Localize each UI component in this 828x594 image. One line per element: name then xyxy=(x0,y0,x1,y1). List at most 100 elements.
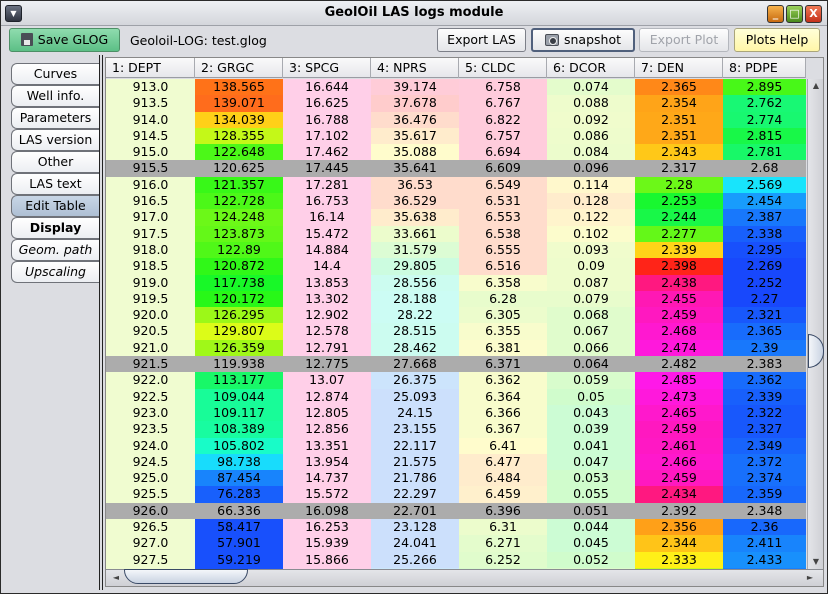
table-row[interactable]: 916.5 122.728 16.753 36.529 6.531 0.128 2.253 2… xyxy=(106,193,806,210)
table-cell[interactable]: 924.5 xyxy=(106,453,195,471)
table-row[interactable]: 926.5 58.417 16.253 23.128 6.31 0.044 2.356 2.3… xyxy=(106,519,806,536)
table-cell[interactable]: 920.0 xyxy=(106,307,195,324)
table-cell[interactable]: 117.738 xyxy=(195,274,283,291)
table-cell[interactable]: 6.305 xyxy=(459,307,547,324)
table-cell[interactable]: 120.625 xyxy=(195,160,283,177)
table-cell[interactable]: 12.856 xyxy=(283,421,371,438)
table-cell[interactable]: 914.5 xyxy=(106,127,195,145)
scroll-left-arrow-icon[interactable]: ◄ xyxy=(108,571,124,585)
table-cell[interactable]: 25.093 xyxy=(371,388,459,405)
table-cell[interactable]: 913.0 xyxy=(106,79,195,96)
table-cell[interactable]: 26.375 xyxy=(371,372,459,389)
table-cell[interactable]: 13.302 xyxy=(283,290,371,308)
table-cell[interactable]: 6.366 xyxy=(459,404,547,422)
table-cell[interactable]: 27.668 xyxy=(371,356,459,373)
table-row[interactable]: 924.5 98.738 13.954 21.575 6.477 0.047 2.466 2.… xyxy=(106,453,806,471)
table-cell[interactable]: 6.609 xyxy=(459,160,547,177)
table-cell[interactable]: 0.066 xyxy=(547,339,635,357)
table-cell[interactable]: 0.093 xyxy=(547,241,635,259)
scroll-right-arrow-icon[interactable]: ► xyxy=(802,571,818,585)
table-cell[interactable]: 0.055 xyxy=(547,486,635,503)
table-cell[interactable]: 2.392 xyxy=(635,502,723,520)
table-cell[interactable]: 122.648 xyxy=(195,144,283,161)
table-row[interactable]: 923.0 109.117 12.805 24.15 6.366 0.043 2.465 2.… xyxy=(106,404,806,422)
table-row[interactable]: 925.5 76.283 15.572 22.297 6.459 0.055 2.434 2.… xyxy=(106,486,806,503)
table-cell[interactable]: 2.362 xyxy=(723,372,806,389)
table-cell[interactable]: 76.283 xyxy=(195,486,283,503)
table-row[interactable]: 919.5 120.172 13.302 28.188 6.28 0.079 2.455 2.… xyxy=(106,290,806,308)
table-row[interactable]: 916.0 121.357 17.281 36.53 6.549 0.114 2.28 2.5… xyxy=(106,176,806,194)
table-cell[interactable]: 2.398 xyxy=(635,258,723,275)
table-cell[interactable]: 14.737 xyxy=(283,470,371,487)
scroll-up-arrow-icon[interactable]: ▲ xyxy=(808,79,824,93)
table-cell[interactable]: 918.5 xyxy=(106,258,195,275)
table-cell[interactable]: 16.644 xyxy=(283,79,371,96)
table-cell[interactable]: 0.064 xyxy=(547,356,635,373)
table-cell[interactable]: 35.617 xyxy=(371,127,459,145)
table-cell[interactable]: 925.0 xyxy=(106,470,195,487)
column-header[interactable]: 4: NPRS xyxy=(371,58,459,78)
table-cell[interactable]: 16.14 xyxy=(283,209,371,226)
snapshot-button[interactable]: snapshot xyxy=(531,28,635,52)
table-cell[interactable]: 6.767 xyxy=(459,95,547,112)
table-cell[interactable]: 2.354 xyxy=(635,95,723,112)
table-cell[interactable]: 0.128 xyxy=(547,193,635,210)
tab-display[interactable]: Display xyxy=(11,217,99,239)
table-cell[interactable]: 0.09 xyxy=(547,258,635,275)
table-cell[interactable]: 87.454 xyxy=(195,470,283,487)
table-cell[interactable]: 926.0 xyxy=(106,502,195,520)
table-cell[interactable]: 16.753 xyxy=(283,193,371,210)
tab-well-info[interactable]: Well info. xyxy=(11,85,99,107)
table-cell[interactable]: 17.445 xyxy=(283,160,371,177)
table-cell[interactable]: 2.374 xyxy=(723,470,806,487)
tab-other[interactable]: Other xyxy=(11,151,99,173)
table-cell[interactable]: 2.339 xyxy=(635,241,723,259)
table-cell[interactable]: 6.549 xyxy=(459,176,547,194)
table-cell[interactable]: 109.117 xyxy=(195,404,283,422)
table-cell[interactable]: 0.102 xyxy=(547,225,635,242)
table-cell[interactable]: 6.757 xyxy=(459,127,547,145)
table-cell[interactable]: 36.529 xyxy=(371,193,459,210)
table-cell[interactable]: 0.051 xyxy=(547,502,635,520)
table-cell[interactable]: 0.052 xyxy=(547,551,635,568)
table-cell[interactable]: 2.774 xyxy=(723,111,806,128)
table-cell[interactable]: 926.5 xyxy=(106,519,195,536)
table-row[interactable]: 915.0 122.648 17.462 35.088 6.694 0.084 2.343 2… xyxy=(106,144,806,161)
table-cell[interactable]: 21.786 xyxy=(371,470,459,487)
horizontal-scrollbar[interactable]: ◄ ► xyxy=(106,569,823,586)
table-row[interactable]: 927.5 59.219 15.866 25.266 6.252 0.052 2.333 2.… xyxy=(106,551,806,568)
table-cell[interactable]: 6.41 xyxy=(459,437,547,454)
table-cell[interactable]: 15.472 xyxy=(283,225,371,242)
save-glog-button[interactable]: Save GLOG xyxy=(9,28,120,52)
table-cell[interactable]: 2.356 xyxy=(635,519,723,536)
table-cell[interactable]: 22.701 xyxy=(371,502,459,520)
table-cell[interactable]: 17.102 xyxy=(283,127,371,145)
export-las-button[interactable]: Export LAS xyxy=(437,28,526,52)
table-cell[interactable]: 6.364 xyxy=(459,388,547,405)
table-cell[interactable]: 17.281 xyxy=(283,176,371,194)
table-cell[interactable]: 2.482 xyxy=(635,356,723,373)
table-cell[interactable]: 2.351 xyxy=(635,127,723,145)
table-cell[interactable]: 0.047 xyxy=(547,453,635,471)
table-cell[interactable]: 2.39 xyxy=(723,339,806,357)
table-cell[interactable]: 927.5 xyxy=(106,551,195,568)
table-cell[interactable]: 0.053 xyxy=(547,470,635,487)
table-cell[interactable]: 6.553 xyxy=(459,209,547,226)
table-cell[interactable]: 98.738 xyxy=(195,453,283,471)
table-cell[interactable]: 139.071 xyxy=(195,95,283,112)
table-cell[interactable]: 113.177 xyxy=(195,372,283,389)
table-cell[interactable]: 126.359 xyxy=(195,339,283,357)
table-cell[interactable]: 2.365 xyxy=(723,323,806,340)
table-cell[interactable]: 924.0 xyxy=(106,437,195,454)
table-cell[interactable]: 12.578 xyxy=(283,323,371,340)
table-cell[interactable]: 914.0 xyxy=(106,111,195,128)
table-cell[interactable]: 2.383 xyxy=(723,356,806,373)
table-cell[interactable]: 2.333 xyxy=(635,551,723,568)
table-cell[interactable]: 6.531 xyxy=(459,193,547,210)
table-row-selected[interactable]: 921.5 119.938 12.775 27.668 6.371 0.064 2.482 2… xyxy=(106,356,806,373)
table-cell[interactable]: 12.791 xyxy=(283,339,371,357)
table-cell[interactable]: 2.338 xyxy=(723,225,806,242)
table-cell[interactable]: 128.355 xyxy=(195,127,283,145)
table-cell[interactable]: 0.059 xyxy=(547,372,635,389)
table-cell[interactable]: 2.459 xyxy=(635,307,723,324)
